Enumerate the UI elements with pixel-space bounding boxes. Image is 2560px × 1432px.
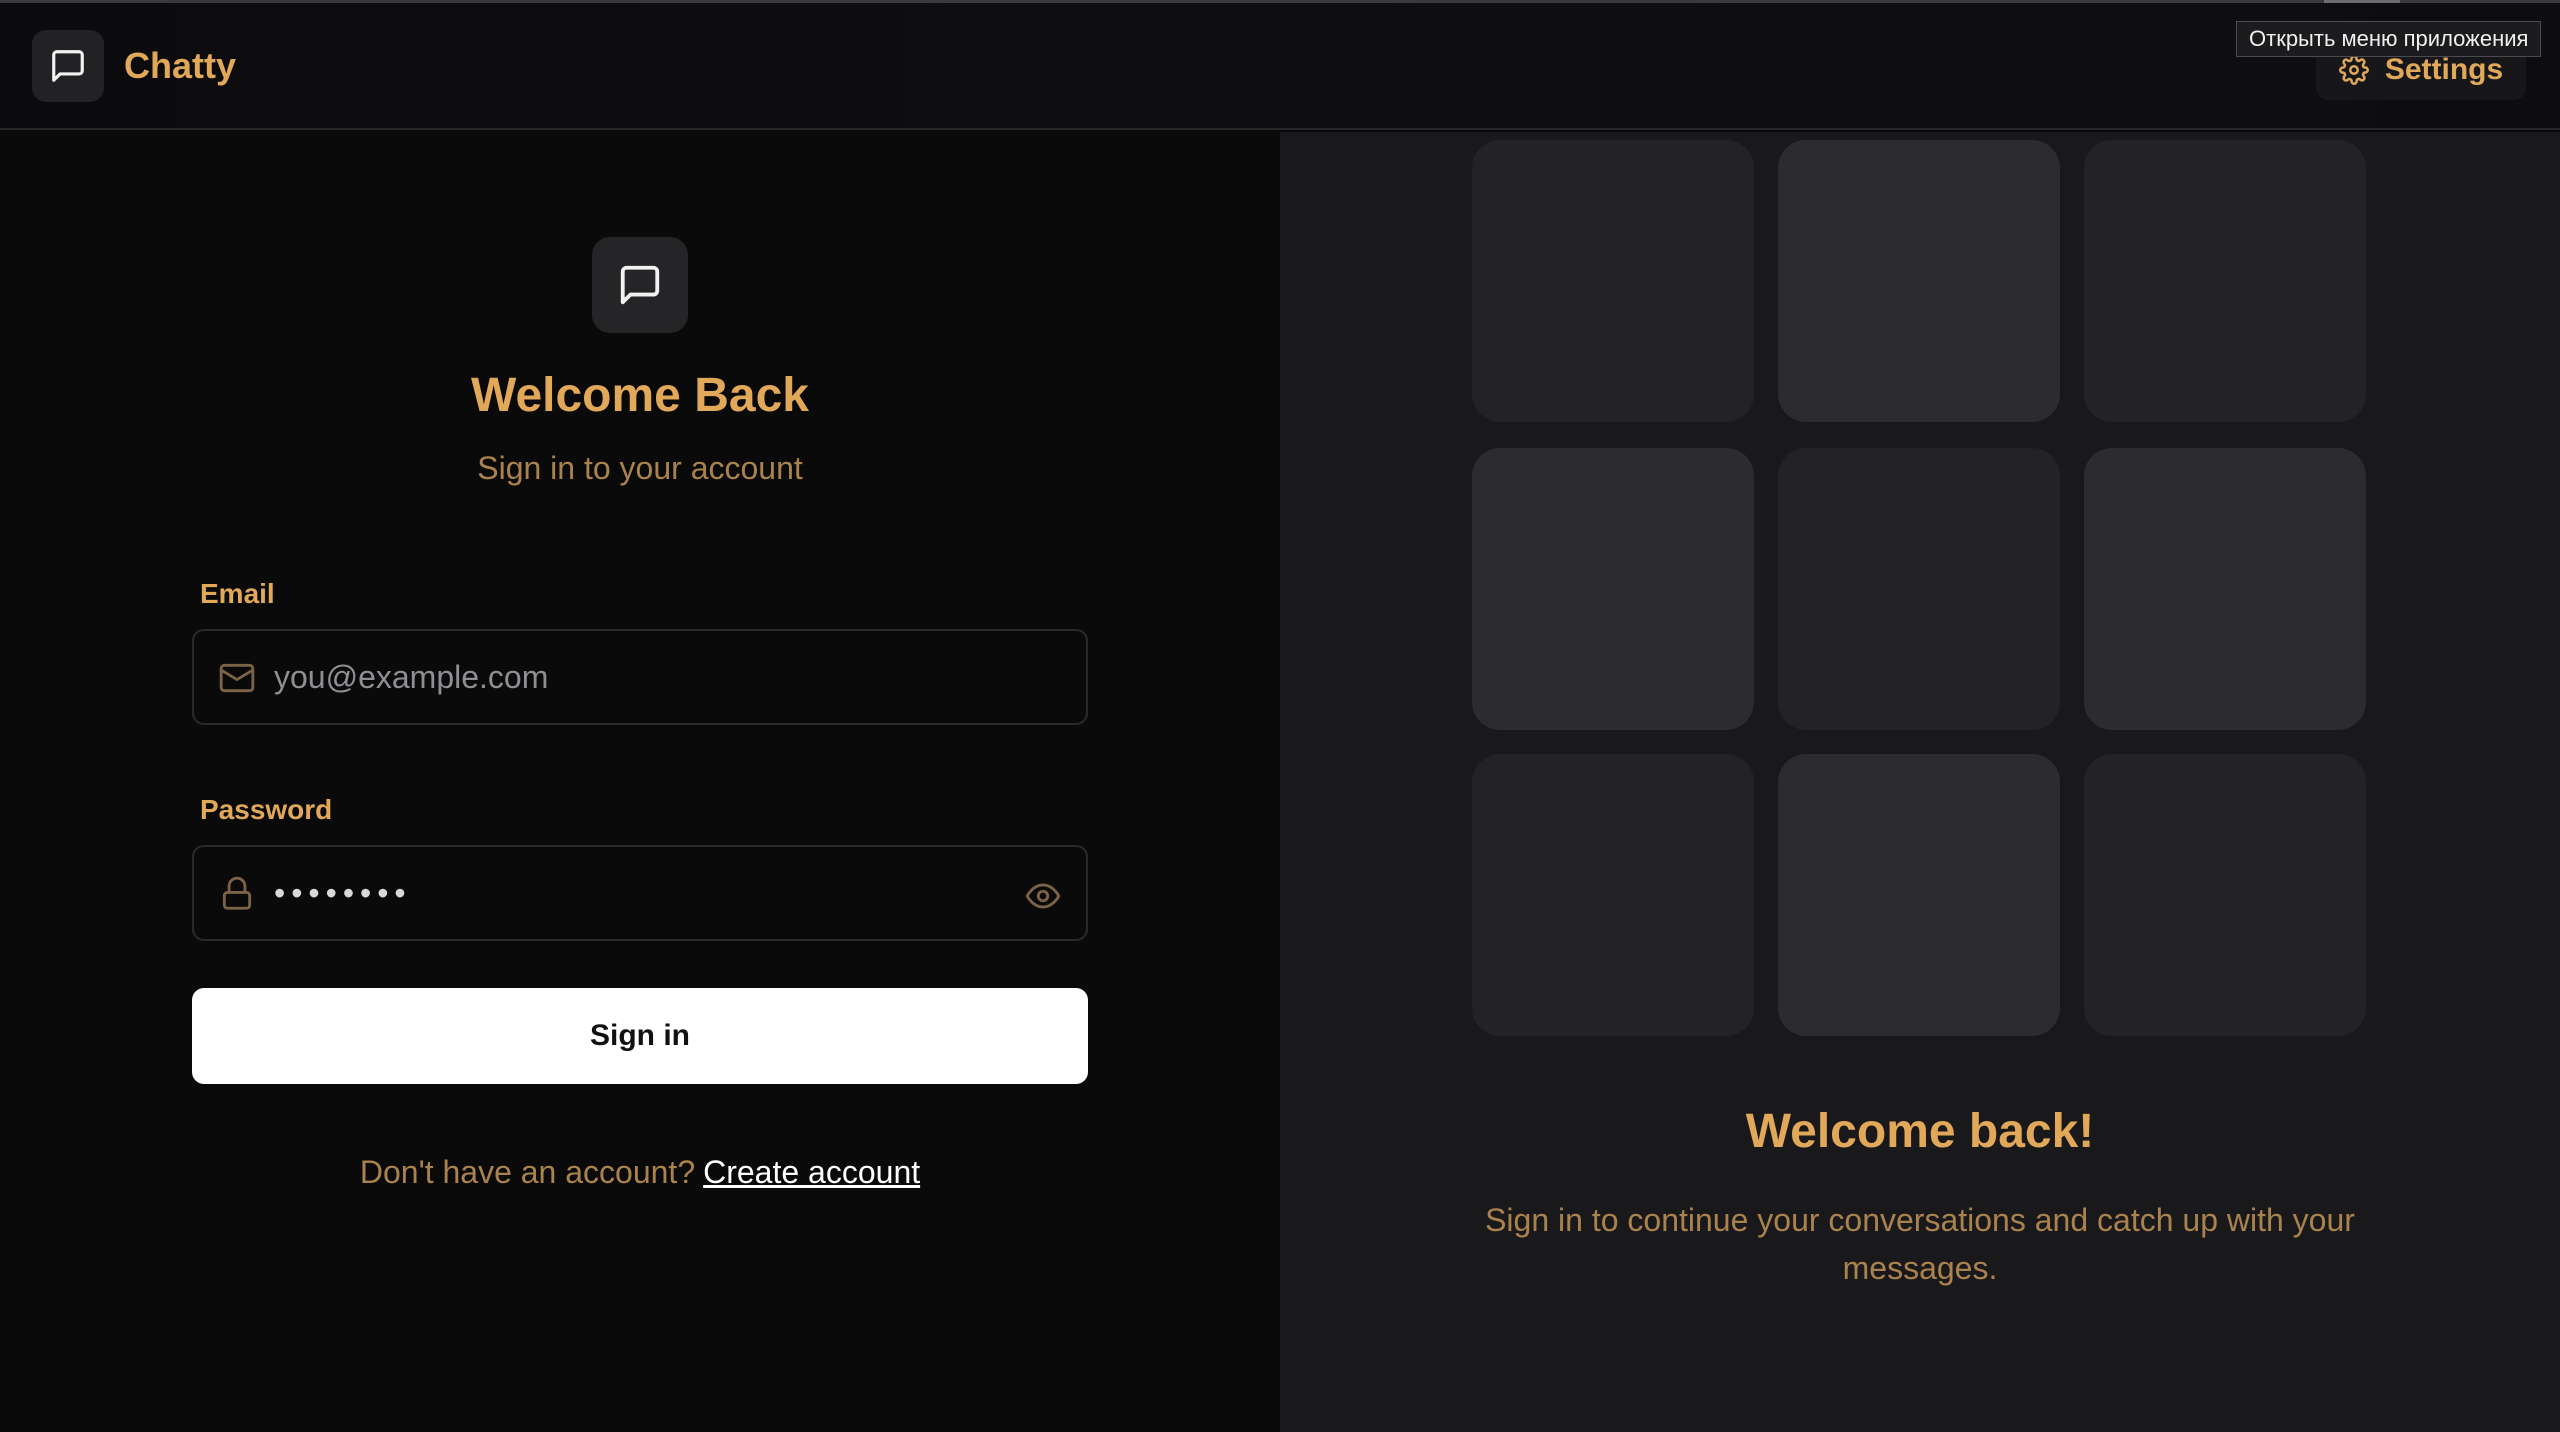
app-menu-tooltip: Открыть меню приложения xyxy=(2236,21,2542,57)
pattern-tile xyxy=(2084,754,2366,1036)
mail-icon xyxy=(219,663,255,693)
pattern-tile xyxy=(1472,140,1754,422)
promo-text: Sign in to continue your conversations a… xyxy=(1485,1202,2355,1286)
pattern-tile xyxy=(1778,140,2060,422)
login-panel: Welcome Back Sign in to your account Ema… xyxy=(0,132,1280,1432)
password-input[interactable] xyxy=(274,847,974,939)
email-label: Email xyxy=(200,578,275,609)
sign-in-button[interactable]: Sign in xyxy=(192,988,1088,1084)
top-navbar: Chatty Settings Открыть меню приложения xyxy=(0,3,2560,130)
app-name: Chatty xyxy=(124,45,237,86)
app-logo xyxy=(32,30,104,102)
message-square-icon xyxy=(52,50,84,82)
promo-panel: Welcome back! Sign in to continue your c… xyxy=(1280,132,2560,1432)
pattern-tile xyxy=(2084,140,2366,422)
login-subtitle: Sign in to your account xyxy=(477,450,803,486)
form-logo xyxy=(592,237,688,333)
login-title: Welcome Back xyxy=(471,369,809,422)
gear-icon xyxy=(2338,55,2369,85)
message-square-icon xyxy=(620,265,660,305)
promo-title: Welcome back! xyxy=(1745,1105,2095,1158)
brand[interactable]: Chatty xyxy=(32,30,236,102)
pattern-tile xyxy=(1472,754,1754,1036)
eye-icon[interactable] xyxy=(1024,877,1062,915)
settings-label: Settings xyxy=(2384,53,2504,86)
lock-icon xyxy=(222,876,252,910)
password-field[interactable] xyxy=(192,845,1088,941)
pattern-tile xyxy=(1778,754,2060,1036)
email-field[interactable] xyxy=(192,629,1088,725)
email-input[interactable] xyxy=(274,631,974,723)
create-account-link[interactable]: Create account xyxy=(703,1154,920,1190)
password-label: Password xyxy=(200,794,333,825)
signup-prompt: Don't have an account? Create account xyxy=(0,1154,1280,1191)
signup-prompt-text: Don't have an account? xyxy=(359,1154,696,1190)
pattern-tile xyxy=(1472,448,1754,730)
pattern-tile xyxy=(2084,448,2366,730)
pattern-tile xyxy=(1778,448,2060,730)
